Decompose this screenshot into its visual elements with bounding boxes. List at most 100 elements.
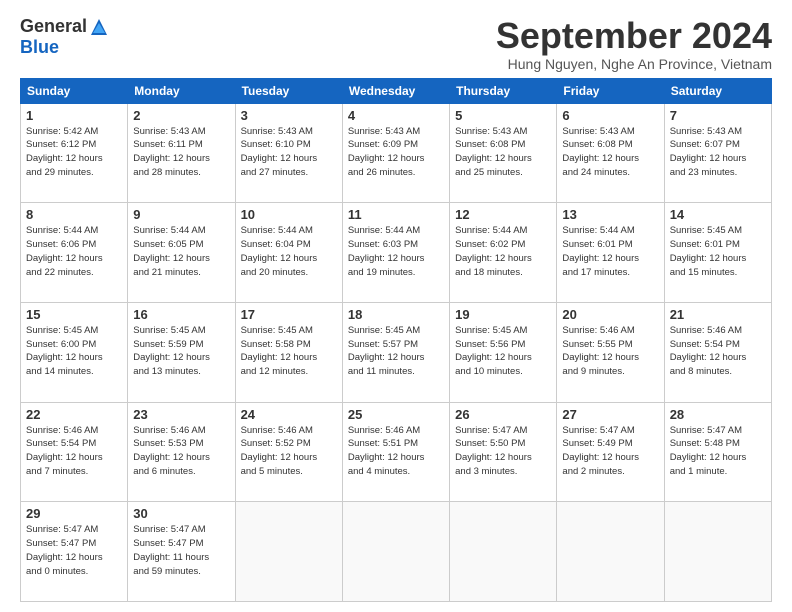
day-number: 14	[670, 207, 766, 222]
day-info: Sunrise: 5:45 AMSunset: 6:00 PMDaylight:…	[26, 325, 103, 377]
day-info: Sunrise: 5:45 AMSunset: 5:57 PMDaylight:…	[348, 325, 425, 377]
day-number: 25	[348, 407, 444, 422]
table-row	[557, 502, 664, 602]
day-number: 5	[455, 108, 551, 123]
col-monday: Monday	[128, 78, 235, 103]
day-number: 8	[26, 207, 122, 222]
table-row: 8 Sunrise: 5:44 AMSunset: 6:06 PMDaylight…	[21, 203, 128, 303]
day-number: 18	[348, 307, 444, 322]
month-title: September 2024	[496, 16, 772, 56]
table-row: 26 Sunrise: 5:47 AMSunset: 5:50 PMDayligh…	[450, 402, 557, 502]
table-row	[664, 502, 771, 602]
day-number: 2	[133, 108, 229, 123]
week-row: 1 Sunrise: 5:42 AMSunset: 6:12 PMDaylight…	[21, 103, 772, 203]
day-info: Sunrise: 5:46 AMSunset: 5:55 PMDaylight:…	[562, 325, 639, 377]
day-number: 7	[670, 108, 766, 123]
table-row: 15 Sunrise: 5:45 AMSunset: 6:00 PMDayligh…	[21, 302, 128, 402]
day-info: Sunrise: 5:44 AMSunset: 6:03 PMDaylight:…	[348, 225, 425, 277]
day-number: 3	[241, 108, 337, 123]
day-number: 11	[348, 207, 444, 222]
table-row	[235, 502, 342, 602]
day-info: Sunrise: 5:47 AMSunset: 5:47 PMDaylight:…	[133, 524, 209, 576]
table-row: 13Sunrise: 5:44 AMSunset: 6:01 PMDayligh…	[557, 203, 664, 303]
table-row: 29 Sunrise: 5:47 AMSunset: 5:47 PMDayligh…	[21, 502, 128, 602]
col-tuesday: Tuesday	[235, 78, 342, 103]
week-row: 29 Sunrise: 5:47 AMSunset: 5:47 PMDayligh…	[21, 502, 772, 602]
day-number: 22	[26, 407, 122, 422]
day-number: 21	[670, 307, 766, 322]
calendar-table: Sunday Monday Tuesday Wednesday Thursday…	[20, 78, 772, 602]
table-row: 10 Sunrise: 5:44 AMSunset: 6:04 PMDayligh…	[235, 203, 342, 303]
day-info: Sunrise: 5:44 AMSunset: 6:06 PMDaylight:…	[26, 225, 103, 277]
day-number: 30	[133, 506, 229, 521]
table-row: 23 Sunrise: 5:46 AMSunset: 5:53 PMDayligh…	[128, 402, 235, 502]
table-row: 21 Sunrise: 5:46 AMSunset: 5:54 PMDayligh…	[664, 302, 771, 402]
day-info: Sunrise: 5:44 AMSunset: 6:05 PMDaylight:…	[133, 225, 210, 277]
day-info: Sunrise: 5:47 AMSunset: 5:47 PMDaylight:…	[26, 524, 103, 576]
day-number: 23	[133, 407, 229, 422]
table-row: 2 Sunrise: 5:43 AMSunset: 6:11 PMDaylight…	[128, 103, 235, 203]
day-info: Sunrise: 5:42 AMSunset: 6:12 PMDaylight:…	[26, 126, 103, 178]
week-row: 15 Sunrise: 5:45 AMSunset: 6:00 PMDayligh…	[21, 302, 772, 402]
table-row	[450, 502, 557, 602]
header: General Blue September 2024 Hung Nguyen,…	[20, 16, 772, 72]
day-number: 20	[562, 307, 658, 322]
day-info: Sunrise: 5:46 AMSunset: 5:54 PMDaylight:…	[670, 325, 747, 377]
day-info: Sunrise: 5:45 AMSunset: 6:01 PMDaylight:…	[670, 225, 747, 277]
col-wednesday: Wednesday	[342, 78, 449, 103]
day-info: Sunrise: 5:43 AMSunset: 6:11 PMDaylight:…	[133, 126, 210, 178]
day-number: 17	[241, 307, 337, 322]
day-info: Sunrise: 5:44 AMSunset: 6:01 PMDaylight:…	[562, 225, 639, 277]
logo-blue-text: Blue	[20, 37, 59, 58]
location: Hung Nguyen, Nghe An Province, Vietnam	[496, 56, 772, 72]
table-row: 12Sunrise: 5:44 AMSunset: 6:02 PMDayligh…	[450, 203, 557, 303]
day-info: Sunrise: 5:43 AMSunset: 6:07 PMDaylight:…	[670, 126, 747, 178]
day-number: 10	[241, 207, 337, 222]
table-row: 20 Sunrise: 5:46 AMSunset: 5:55 PMDayligh…	[557, 302, 664, 402]
day-info: Sunrise: 5:43 AMSunset: 6:08 PMDaylight:…	[562, 126, 639, 178]
col-thursday: Thursday	[450, 78, 557, 103]
table-row: 4Sunrise: 5:43 AMSunset: 6:09 PMDaylight…	[342, 103, 449, 203]
table-row: 16Sunrise: 5:45 AMSunset: 5:59 PMDayligh…	[128, 302, 235, 402]
table-row: 3 Sunrise: 5:43 AMSunset: 6:10 PMDaylight…	[235, 103, 342, 203]
day-number: 1	[26, 108, 122, 123]
day-number: 12	[455, 207, 551, 222]
day-number: 26	[455, 407, 551, 422]
page: General Blue September 2024 Hung Nguyen,…	[0, 0, 792, 612]
day-number: 29	[26, 506, 122, 521]
day-info: Sunrise: 5:43 AMSunset: 6:10 PMDaylight:…	[241, 126, 318, 178]
logo-icon	[89, 17, 109, 37]
week-row: 22 Sunrise: 5:46 AMSunset: 5:54 PMDayligh…	[21, 402, 772, 502]
logo-general-text: General	[20, 16, 87, 37]
table-row: 7 Sunrise: 5:43 AMSunset: 6:07 PMDaylight…	[664, 103, 771, 203]
table-row: 17Sunrise: 5:45 AMSunset: 5:58 PMDayligh…	[235, 302, 342, 402]
table-row: 11 Sunrise: 5:44 AMSunset: 6:03 PMDayligh…	[342, 203, 449, 303]
day-number: 28	[670, 407, 766, 422]
day-info: Sunrise: 5:47 AMSunset: 5:49 PMDaylight:…	[562, 425, 639, 477]
day-info: Sunrise: 5:44 AMSunset: 6:04 PMDaylight:…	[241, 225, 318, 277]
logo: General Blue	[20, 16, 109, 58]
header-row: Sunday Monday Tuesday Wednesday Thursday…	[21, 78, 772, 103]
day-info: Sunrise: 5:46 AMSunset: 5:53 PMDaylight:…	[133, 425, 210, 477]
day-info: Sunrise: 5:46 AMSunset: 5:54 PMDaylight:…	[26, 425, 103, 477]
day-info: Sunrise: 5:45 AMSunset: 5:56 PMDaylight:…	[455, 325, 532, 377]
table-row: 22 Sunrise: 5:46 AMSunset: 5:54 PMDayligh…	[21, 402, 128, 502]
day-info: Sunrise: 5:43 AMSunset: 6:08 PMDaylight:…	[455, 126, 532, 178]
table-row: 1 Sunrise: 5:42 AMSunset: 6:12 PMDaylight…	[21, 103, 128, 203]
table-row: 5 Sunrise: 5:43 AMSunset: 6:08 PMDaylight…	[450, 103, 557, 203]
day-info: Sunrise: 5:46 AMSunset: 5:52 PMDaylight:…	[241, 425, 318, 477]
day-number: 27	[562, 407, 658, 422]
table-row	[342, 502, 449, 602]
col-friday: Friday	[557, 78, 664, 103]
table-row: 24 Sunrise: 5:46 AMSunset: 5:52 PMDayligh…	[235, 402, 342, 502]
week-row: 8 Sunrise: 5:44 AMSunset: 6:06 PMDaylight…	[21, 203, 772, 303]
day-number: 15	[26, 307, 122, 322]
title-block: September 2024 Hung Nguyen, Nghe An Prov…	[496, 16, 772, 72]
table-row: 27 Sunrise: 5:47 AMSunset: 5:49 PMDayligh…	[557, 402, 664, 502]
table-row: 19 Sunrise: 5:45 AMSunset: 5:56 PMDayligh…	[450, 302, 557, 402]
day-number: 24	[241, 407, 337, 422]
day-info: Sunrise: 5:47 AMSunset: 5:50 PMDaylight:…	[455, 425, 532, 477]
day-number: 19	[455, 307, 551, 322]
day-number: 9	[133, 207, 229, 222]
col-sunday: Sunday	[21, 78, 128, 103]
